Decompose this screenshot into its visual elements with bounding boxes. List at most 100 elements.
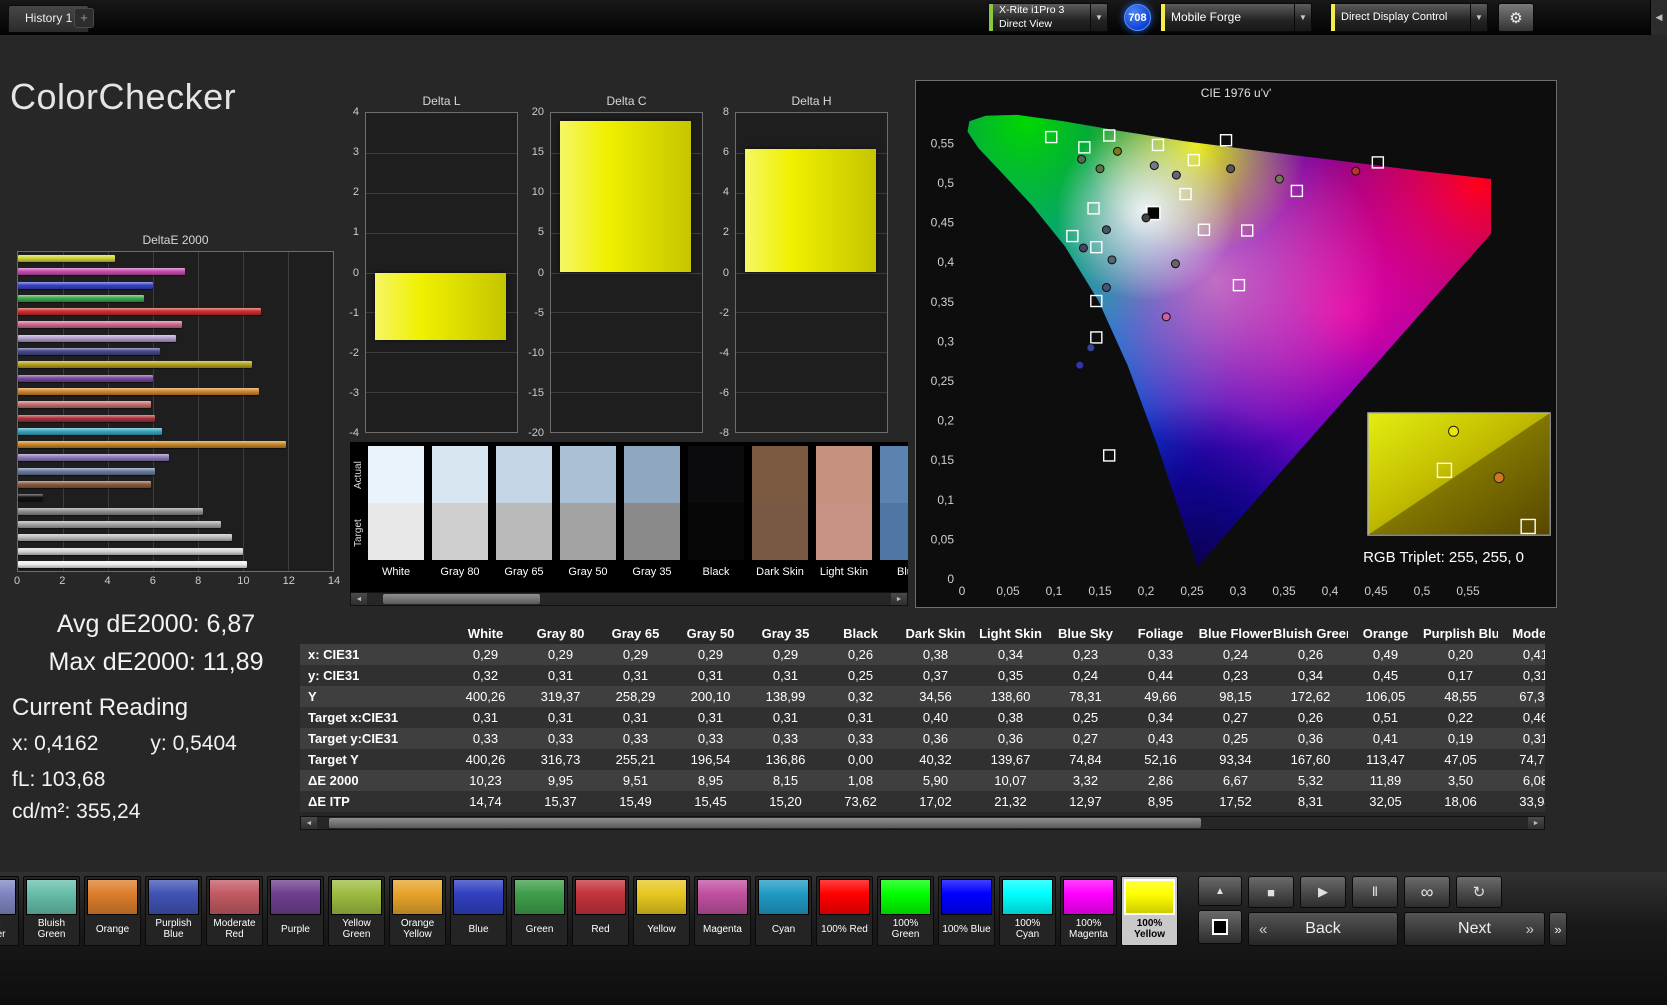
svg-text:0: 0: [959, 584, 966, 598]
table-cell: 12,97: [1069, 794, 1102, 809]
table-cell: 0,31: [772, 668, 799, 683]
advance-page-button[interactable]: »: [1549, 912, 1567, 946]
chevron-down-icon[interactable]: ▼: [1294, 4, 1311, 31]
table-cell: 3,32: [1072, 773, 1099, 788]
back-chevron-icon: «: [1259, 920, 1268, 938]
strip-swatch: Dark Skin: [752, 446, 808, 578]
meter-count-badge[interactable]: 708: [1124, 4, 1151, 31]
swatch-label: Gray 35: [632, 566, 672, 578]
stop-button[interactable]: ■: [1248, 876, 1294, 908]
table-cell: 0,33: [697, 731, 724, 746]
delta-h-chart: Delta H 8 6 4 2 0 -2 -4 -6 -8: [701, 94, 888, 439]
pattern-tile[interactable]: Green: [511, 876, 568, 946]
pattern-tile[interactable]: 100% Green: [877, 876, 934, 946]
table-scroll-thumb[interactable]: [329, 818, 1202, 828]
play-button[interactable]: ▶: [1300, 876, 1346, 908]
strip-scroll-track[interactable]: [367, 593, 891, 605]
pattern-tile[interactable]: 100% Blue: [938, 876, 995, 946]
table-cell: 0,26: [847, 647, 874, 662]
pattern-tile[interactable]: Red: [572, 876, 629, 946]
table-cell: 172,62: [1290, 689, 1331, 704]
de-bar: [18, 374, 153, 382]
chevron-down-icon[interactable]: ▼: [1090, 4, 1107, 31]
table-cell: 400,26: [465, 752, 506, 767]
workflow-dropdown[interactable]: Mobile Forge ▼: [1160, 3, 1312, 32]
pattern-tile[interactable]: Yellow: [633, 876, 690, 946]
back-button[interactable]: « Back: [1248, 912, 1398, 946]
strip-scroll-thumb[interactable]: [382, 594, 540, 604]
table-scrollbar[interactable]: ◄ ►: [300, 816, 1545, 830]
table-scroll-track[interactable]: [317, 817, 1528, 829]
table-cell: 52,16: [1144, 752, 1177, 767]
row-label: Target x:CIE31: [308, 710, 399, 725]
add-tab-button[interactable]: +: [74, 8, 94, 28]
table-cell: 0,36: [922, 731, 949, 746]
pattern-tile-label: Orange: [95, 923, 130, 935]
table-cell: 0,33: [772, 731, 799, 746]
table-cell: 1,08: [847, 773, 874, 788]
pattern-tile[interactable]: Purplish Blue: [145, 876, 202, 946]
control-dropdown[interactable]: Direct Display Control ▼: [1330, 3, 1488, 32]
table-header-row: White Gray 80 Gray 65 Gray 50 Gray 35 Black Da…: [300, 622, 1545, 644]
strip-swatch: White: [368, 446, 424, 578]
chevron-down-icon[interactable]: ▼: [1470, 4, 1487, 31]
current-x-value: x: 0,4162: [12, 732, 99, 755]
settings-button[interactable]: ⚙: [1498, 3, 1534, 32]
table-cell: 0,25: [1072, 710, 1099, 725]
table-cell: 0,17: [1447, 668, 1474, 683]
gridline: [736, 312, 887, 314]
scroll-right-icon[interactable]: ►: [891, 593, 907, 605]
pattern-window-button[interactable]: [1198, 910, 1242, 944]
table-cell: 0,51: [1372, 710, 1399, 725]
scroll-up-button[interactable]: ▲: [1198, 876, 1242, 906]
pattern-tile-label: Yellow: [647, 923, 676, 935]
scroll-left-icon[interactable]: ◄: [351, 593, 367, 605]
axis-tick-label: 1: [352, 226, 359, 239]
strip-scrollbar[interactable]: ◄ ►: [350, 592, 908, 606]
pause-button[interactable]: Ⅱ: [1352, 876, 1398, 908]
axis-tick-label: -2: [719, 306, 729, 319]
svg-text:0,3: 0,3: [937, 334, 954, 348]
swatch-label: Light Skin: [819, 566, 869, 578]
pattern-tile[interactable]: Orange: [84, 876, 141, 946]
next-chevron-icon: »: [1525, 920, 1534, 938]
table-cell: 0,32: [847, 689, 874, 704]
pattern-tile[interactable]: Blue Flower: [0, 876, 19, 946]
de-bar: [18, 494, 43, 502]
pattern-tile[interactable]: Cyan: [755, 876, 812, 946]
collapse-panel-button[interactable]: ◀: [1650, 0, 1667, 35]
axis-tick-label: 0: [722, 266, 729, 279]
loop-button[interactable]: ↻: [1456, 876, 1502, 908]
axis-tick-label: -2: [349, 346, 359, 359]
pattern-bar: Blue Flower Bluish Green Orange Purplish Bl…: [0, 872, 1667, 1005]
target-swatch: [496, 503, 552, 560]
table-cell: 8,95: [697, 773, 724, 788]
svg-text:0,2: 0,2: [1138, 584, 1155, 598]
pattern-tile[interactable]: Moderate Red: [206, 876, 263, 946]
pattern-tile[interactable]: Blue: [450, 876, 507, 946]
pattern-tile[interactable]: Magenta: [694, 876, 751, 946]
table-cell: 0,38: [922, 647, 949, 662]
delta-c-chart: Delta C 20 15 10 5 0 -5 -10 -15 -20: [516, 94, 703, 439]
pattern-tile[interactable]: Orange Yellow: [389, 876, 446, 946]
meter-dropdown[interactable]: X-Rite i1Pro 3 Direct View ▼: [988, 3, 1108, 32]
scroll-left-icon[interactable]: ◄: [301, 817, 317, 829]
table-cell: 5,32: [1297, 773, 1324, 788]
gridline: [551, 392, 702, 394]
pattern-tile[interactable]: 100% Red: [816, 876, 873, 946]
scroll-right-icon[interactable]: ►: [1528, 817, 1544, 829]
column-header: Black: [843, 625, 878, 641]
continuous-button[interactable]: ∞: [1404, 876, 1450, 908]
pattern-tile[interactable]: Bluish Green: [23, 876, 80, 946]
pattern-tile[interactable]: 100% Yellow: [1121, 876, 1178, 946]
pattern-tile[interactable]: Purple: [267, 876, 324, 946]
table-cell: 15,37: [544, 794, 577, 809]
pattern-swatch: [1124, 879, 1175, 915]
table-cell: 0,25: [1222, 731, 1249, 746]
next-button[interactable]: Next »: [1404, 912, 1545, 946]
pattern-tile[interactable]: 100% Magenta: [1060, 876, 1117, 946]
pattern-tile[interactable]: 100% Cyan: [999, 876, 1056, 946]
pattern-tile-label: Green: [525, 923, 554, 935]
pattern-tile[interactable]: Yellow Green: [328, 876, 385, 946]
table-cell: 258,29: [615, 689, 656, 704]
